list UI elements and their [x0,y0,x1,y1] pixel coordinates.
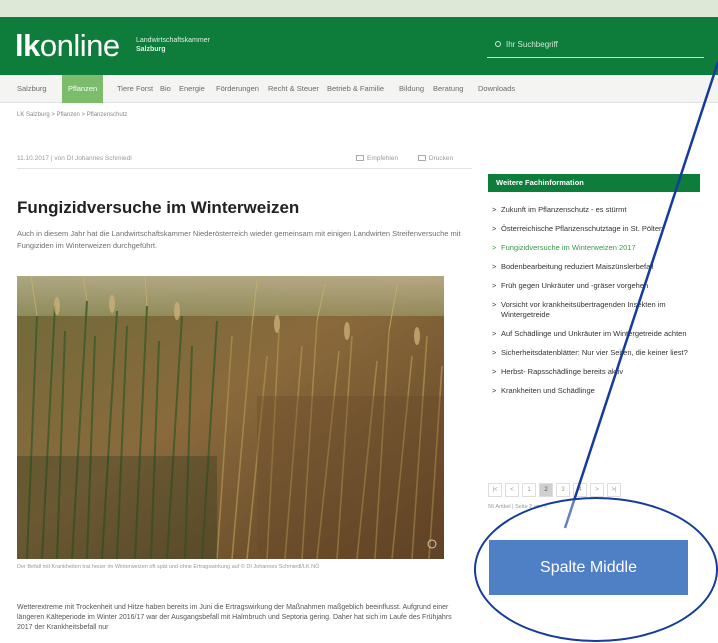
divider [17,168,472,169]
nav-item-forst[interactable]: Forst [136,75,153,103]
breadcrumb[interactable]: LK Salzburg > Pflanzen > Pflanzenschutz [17,112,127,118]
page-button[interactable]: 1 [522,483,536,497]
sidebar-item[interactable]: Österreichische Pflanzenschutztage in St… [492,224,700,234]
page-prev-button[interactable]: < [505,483,519,497]
page-button[interactable]: 4 [573,483,587,497]
search-icon [495,41,501,47]
sidebar-item[interactable]: Krankheiten und Schädlinge [492,386,700,396]
sidebar-item[interactable]: Auf Schädlinge und Unkräuter im Winterge… [492,329,700,339]
image-caption: Der Befall mit Krankheiten trat heuer im… [17,564,320,570]
search-input[interactable]: Ihr Suchbegriff [487,32,704,58]
wheat-field-photo [17,276,444,559]
share-button[interactable]: Empfehlen [356,155,398,162]
nav-item-foerderungen[interactable]: Förderungen [216,75,259,103]
nav-item-energie[interactable]: Energie [179,75,205,103]
nav-item-recht-steuer[interactable]: Recht & Steuer [268,75,319,103]
main-nav: Salzburg Pflanzen Tiere Forst Bio Energi… [0,75,718,103]
nav-item-salzburg[interactable]: Salzburg [17,75,47,103]
sidebar-item[interactable]: Herbst- Rapsschädlinge bereits aktiv [492,367,700,377]
logo-subtitle: Landwirtschaftskammer Salzburg [136,37,210,53]
sidebar-title: Weitere Fachinformation [488,174,700,192]
article-meta: 11.10.2017 | von DI Johannes Schmiedl [17,155,132,162]
annotation-label: Spalte Middle [489,540,688,595]
article-actions: Empfehlen Drucken [356,155,471,162]
page-button[interactable]: 3 [556,483,570,497]
print-button[interactable]: Drucken [417,155,453,162]
sidebar-item[interactable]: Sicherheitsdatenblätter: Nur vier Seiten… [492,348,700,358]
nav-item-bio[interactable]: Bio [160,75,171,103]
page-button-current[interactable]: 2 [539,483,553,497]
sidebar-item[interactable]: Zukunft im Pflanzenschutz - es stürmt [492,205,700,215]
print-icon [417,155,426,161]
site-logo[interactable]: lkonline [15,29,120,63]
page-last-button[interactable]: >| [607,483,621,497]
nav-item-bildung[interactable]: Bildung [399,75,424,103]
article-lead: Auch in diesem Jahr hat die Landwirtscha… [17,229,461,250]
nav-item-betrieb-familie[interactable]: Betrieb & Familie [327,75,384,103]
nav-item-tiere[interactable]: Tiere [117,75,134,103]
sidebar-list: Zukunft im Pflanzenschutz - es stürmt Ös… [492,205,700,396]
sidebar-item[interactable]: Bodenbearbeitung reduziert Maiszünslerbe… [492,262,700,272]
sidebar-item-active[interactable]: Fungizidversuche im Winterweizen 2017 [492,243,700,253]
page-first-button[interactable]: |< [488,483,502,497]
article-image [17,276,444,559]
top-band [0,0,718,17]
sidebar-item[interactable]: Früh gegen Unkräuter und -gräser vorgehe… [492,281,700,291]
nav-item-pflanzen[interactable]: Pflanzen [62,75,104,103]
page-next-button[interactable]: > [590,483,604,497]
nav-item-downloads[interactable]: Downloads [478,75,515,103]
article-body: Wetterextreme mit Trockenheit und Hitze … [17,604,452,631]
article-title: Fungizidversuche im Winterweizen [17,198,300,217]
nav-item-beratung[interactable]: Beratung [433,75,463,103]
mail-icon [356,155,364,161]
sidebar-item[interactable]: Vorsicht vor krankheitsübertragenden Ins… [492,300,700,320]
site-header: lkonline Landwirtschaftskammer Salzburg … [0,17,718,75]
